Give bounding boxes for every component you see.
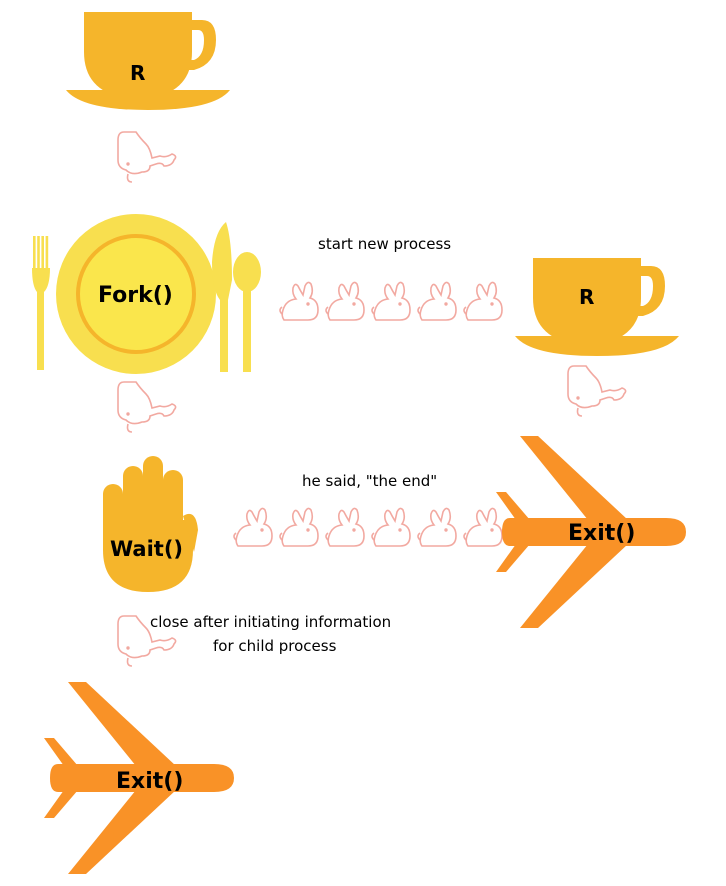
rabbit-icon	[417, 507, 457, 547]
rabbit-connector-mid	[117, 381, 177, 433]
fork-icon	[32, 236, 50, 370]
spoon-icon	[233, 252, 261, 372]
child-cup-label: R	[579, 285, 594, 309]
parent-cup: R	[66, 12, 230, 110]
rabbit-icon	[463, 281, 503, 321]
rabbit-icon	[325, 507, 365, 547]
teacup-icon	[515, 258, 679, 356]
rabbit-icon	[325, 281, 365, 321]
rabbit-icon	[463, 507, 503, 547]
rabbit-icon	[567, 365, 627, 417]
wait-node: Wait()	[103, 456, 198, 592]
child-cup: R	[515, 258, 679, 356]
rabbit-icon	[117, 131, 177, 183]
fork-node: Fork()	[32, 214, 261, 374]
rabbit-icon	[417, 281, 457, 321]
rabbit-icon	[279, 281, 319, 321]
parent-cup-label: R	[130, 61, 145, 85]
rabbit-connector-top	[117, 131, 177, 183]
rabbit-row-start	[279, 281, 503, 321]
wait-label: Wait()	[110, 537, 183, 561]
child-exit-label: Exit()	[568, 521, 635, 546]
edge-label-close-line2: for child process	[213, 637, 337, 655]
hand-icon	[103, 456, 198, 592]
parent-exit-label: Exit()	[116, 769, 183, 794]
edge-label-close-line1: close after initiating information	[150, 613, 391, 631]
rabbit-connector-child	[567, 365, 627, 417]
child-exit-node: Exit()	[496, 436, 686, 628]
edge-label-start: start new process	[318, 235, 451, 253]
rabbit-icon	[371, 507, 411, 547]
process-diagram: R Fork() start new process R Wait() he s…	[32, 12, 686, 874]
parent-exit-node: Exit()	[44, 682, 234, 874]
rabbit-icon	[233, 507, 273, 547]
teacup-icon	[66, 12, 230, 110]
fork-label: Fork()	[98, 283, 173, 308]
rabbit-icon	[117, 381, 177, 433]
rabbit-icon	[279, 507, 319, 547]
rabbit-icon	[371, 281, 411, 321]
edge-label-end: he said, "the end"	[302, 472, 437, 490]
rabbit-row-end	[233, 507, 503, 547]
